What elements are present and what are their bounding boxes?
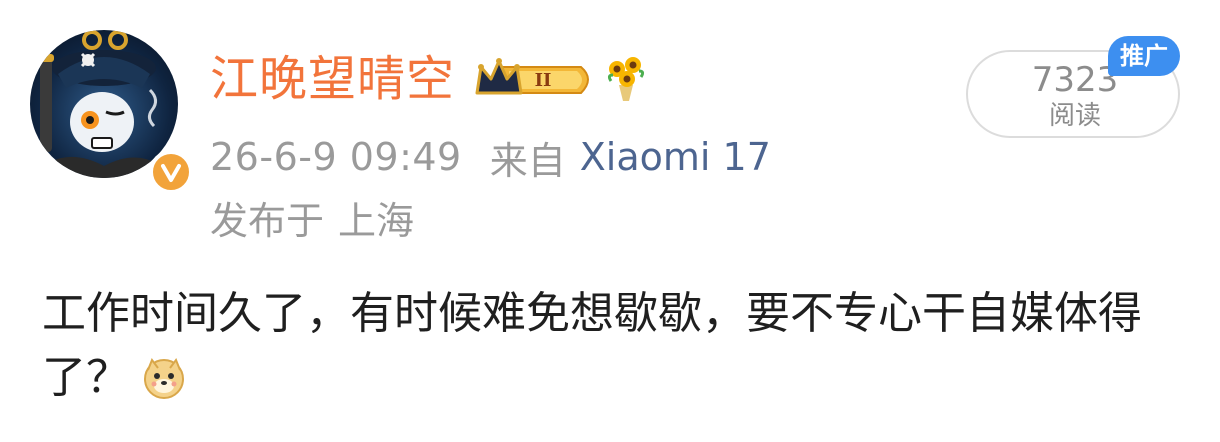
weibo-post-card: 江晚望晴空 II 26-6-9 09:49 来自 Xiaomi 17 发布于 上… <box>0 0 1220 442</box>
promo-tag[interactable]: 推广 <box>1108 36 1180 76</box>
sunflower-bouquet-icon[interactable] <box>605 55 647 103</box>
post-device-link[interactable]: Xiaomi 17 <box>580 135 771 179</box>
verified-icon <box>149 150 193 194</box>
author-avatar-container[interactable] <box>30 30 193 194</box>
doge-emoji-icon <box>142 354 186 399</box>
crown-level-badge-icon[interactable]: II <box>473 53 599 105</box>
read-count-label: 阅读 <box>1048 101 1101 131</box>
location-value: 上海 <box>338 198 415 243</box>
post-time: 26-6-9 09:49 <box>210 135 462 179</box>
post-meta-row: 26-6-9 09:49 来自 Xiaomi 17 <box>210 132 771 183</box>
post-text: 工作时间久了，有时候难免想歇歇，要不专心干自媒体得了？ <box>42 288 1142 403</box>
location-label: 发布于 <box>210 198 325 243</box>
author-name-row: 江晚望晴空 II <box>210 44 647 114</box>
post-body[interactable]: 工作时间久了，有时候难免想歇歇，要不专心干自媒体得了？ <box>42 282 1192 410</box>
member-level-text: II <box>535 70 552 91</box>
post-source-label: 来自 <box>489 138 566 183</box>
post-location-row: 发布于 上海 <box>210 192 415 243</box>
author-name[interactable]: 江晚望晴空 <box>210 55 455 103</box>
